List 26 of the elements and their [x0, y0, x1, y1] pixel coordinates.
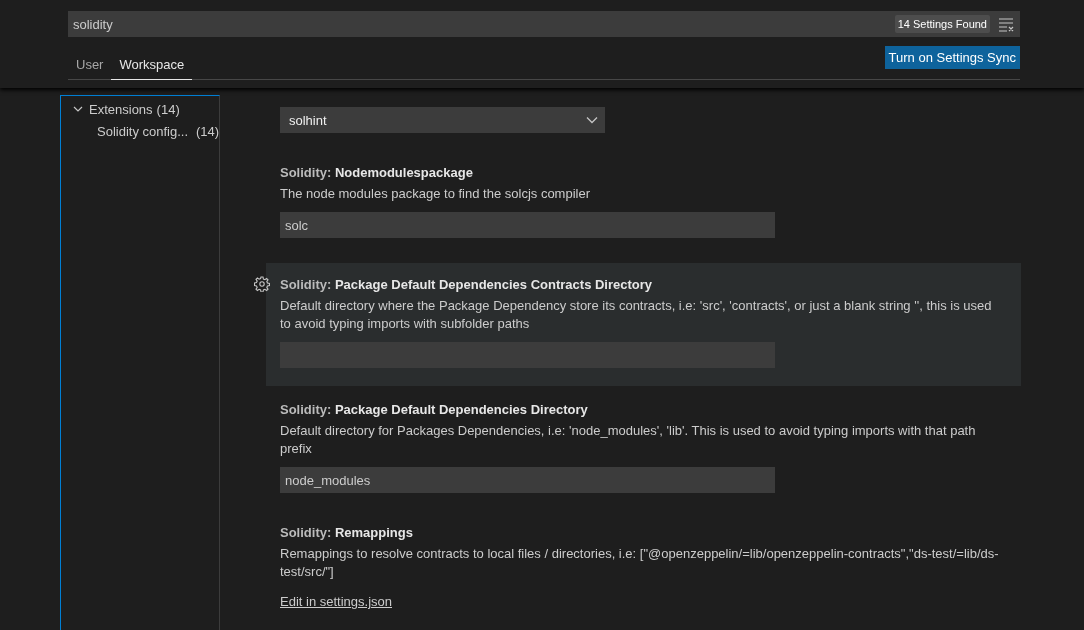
setting-description: Remappings to resolve contracts to local files / directories, i.e: ["@openzeppelin/=lib/openzeppelin-contracts","ds-test/=lib/ds-test/src/"]	[280, 545, 1000, 581]
setting-description: Default directory where the Package Dependency store its contracts, i.e: 'src', 'contracts', or just a blank string '', this is used to avoid typing imports with subfolder paths	[280, 297, 993, 333]
sync-button[interactable]: Turn on Settings Sync	[884, 46, 1020, 69]
results-count-badge: 14 Settings Found	[894, 15, 990, 33]
settings-tab[interactable]: Workspace	[111, 57, 193, 80]
setting-title: Solidity: Remappings	[280, 525, 414, 540]
setting-description: Default directory for Packages Dependencies, i.e: 'node_modules', 'lib'. This is used to avoid typing imports with that path prefix	[280, 422, 977, 458]
setting-title: Solidity: Package Default Dependencies Contracts Directory	[280, 277, 654, 292]
gear-icon	[254, 276, 270, 292]
search-input[interactable]: solidity	[73, 16, 895, 32]
settings-tab[interactable]: User	[68, 57, 112, 80]
settings-json-link[interactable]: Edit in settings.json	[280, 594, 392, 609]
input-field[interactable]: node_modules	[280, 467, 775, 493]
setting-title: Solidity: Nodemodulespackage	[280, 165, 474, 180]
search-field[interactable]: solidity 14 Settings Found	[68, 11, 1020, 37]
dropdown[interactable]: solhint	[280, 107, 605, 133]
clear-filter-icon	[998, 16, 1014, 32]
tree-item-count: (14)	[156, 101, 180, 117]
tree-item[interactable]: Solidity config... (14)	[61, 120, 219, 142]
tree-item[interactable]: Extensions (14)	[61, 98, 219, 120]
setting-description: The node modules package to find the solcjs compiler	[280, 185, 591, 203]
tree-item-label: Extensions	[89, 101, 153, 117]
tree-item-label: Solidity config...	[97, 123, 189, 139]
setting-title: Solidity: Package Default Dependencies Directory	[280, 402, 589, 417]
input-field[interactable]: solc	[280, 212, 775, 238]
tree-item-count: (14)	[195, 123, 219, 139]
